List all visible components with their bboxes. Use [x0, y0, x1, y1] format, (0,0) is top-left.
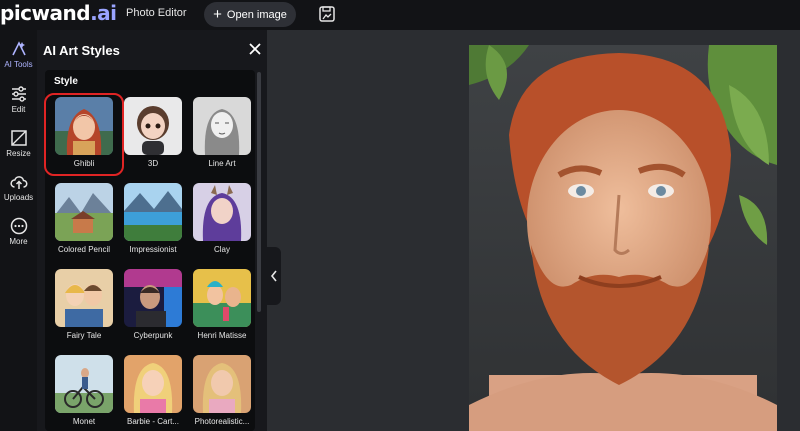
chevron-left-icon: [270, 270, 277, 282]
sidebar-item-label: AI Tools: [4, 60, 33, 69]
style-thumbnail: [55, 269, 113, 327]
sidebar-item-label: Uploads: [3, 193, 34, 202]
collapse-panel-button[interactable]: [267, 247, 281, 305]
sidebar-item-edit[interactable]: Edit: [0, 85, 37, 114]
resize-icon: [10, 130, 27, 146]
style-label: Fairy Tale: [66, 331, 102, 340]
open-image-button[interactable]: + Open image: [204, 2, 296, 27]
style-thumbnail: [55, 183, 113, 241]
style-label: 3D: [147, 159, 159, 168]
sidebar-item-ai-tools[interactable]: AI Tools: [0, 40, 37, 69]
panel-scrollbar[interactable]: [257, 72, 261, 312]
sidebar-item-label: Resize: [6, 149, 31, 158]
style-thumbnail: [193, 355, 251, 413]
top-bar: picwand.ai Photo Editor + Open image: [0, 0, 800, 30]
upload-cloud-icon: [9, 176, 27, 189]
sidebar-item-label: Edit: [11, 105, 26, 114]
style-label: Colored Pencil: [57, 245, 111, 254]
style-card-barbie-cartoon[interactable]: Barbie - Cart...: [122, 355, 184, 426]
section-label: Style: [54, 76, 78, 87]
style-thumbnail: [124, 183, 182, 241]
style-card-3d[interactable]: 3D: [122, 97, 184, 168]
style-thumbnail: [193, 97, 251, 155]
save-icon[interactable]: [318, 5, 336, 23]
style-label: Henri Matisse: [197, 331, 247, 340]
selected-style-highlight: [44, 93, 124, 176]
style-card-impressionist[interactable]: Impressionist: [122, 183, 184, 254]
style-label: Impressionist: [129, 245, 177, 254]
style-thumbnail: [124, 97, 182, 155]
style-card-colored-pencil[interactable]: Colored Pencil: [53, 183, 115, 254]
style-label: Cyberpunk: [133, 331, 173, 340]
close-icon[interactable]: [248, 42, 262, 56]
sidebar-item-label: More: [9, 237, 28, 246]
ai-art-styles-panel: AI Art Styles Style Ghibli 3D Line Art C…: [37, 30, 267, 431]
open-image-label: Open image: [226, 8, 287, 21]
style-label: Line Art: [208, 159, 236, 168]
style-label: Monet: [72, 417, 96, 426]
logo-suffix: .ai: [90, 1, 117, 25]
style-card-henri-matisse[interactable]: Henri Matisse: [191, 269, 253, 340]
style-thumbnail: [124, 269, 182, 327]
style-thumbnail: [55, 355, 113, 413]
style-label: Photorealistic...: [194, 417, 250, 426]
sidebar-item-uploads[interactable]: Uploads: [0, 173, 37, 202]
style-list: Style Ghibli 3D Line Art Colored Pencil …: [44, 70, 255, 431]
style-card-fairy-tale[interactable]: Fairy Tale: [53, 269, 115, 340]
style-thumbnail: [193, 183, 251, 241]
sidebar-item-resize[interactable]: Resize: [0, 129, 37, 158]
edited-photo[interactable]: [469, 45, 777, 431]
sidebar-item-more[interactable]: More: [0, 217, 37, 246]
panel-title: AI Art Styles: [43, 43, 120, 58]
style-card-cyberpunk[interactable]: Cyberpunk: [122, 269, 184, 340]
style-label: Clay: [213, 245, 230, 254]
portrait-image: [469, 45, 777, 431]
style-thumbnail: [124, 355, 182, 413]
style-card-line-art[interactable]: Line Art: [191, 97, 253, 168]
style-card-monet[interactable]: Monet: [53, 355, 115, 426]
nav-photo-editor[interactable]: Photo Editor: [126, 7, 187, 19]
style-label: Barbie - Cart...: [126, 417, 179, 426]
style-card-clay[interactable]: Clay: [191, 183, 253, 254]
sliders-icon: [11, 86, 26, 102]
ai-tools-icon: [11, 41, 26, 56]
plus-icon: +: [213, 6, 222, 23]
logo[interactable]: picwand.ai: [0, 1, 117, 25]
left-toolbar: AI Tools Edit Resize Uploads More: [0, 30, 37, 431]
style-card-photorealistic[interactable]: Photorealistic...: [191, 355, 253, 426]
more-icon: [10, 217, 27, 235]
logo-text: picwand: [0, 1, 91, 25]
style-thumbnail: [193, 269, 251, 327]
